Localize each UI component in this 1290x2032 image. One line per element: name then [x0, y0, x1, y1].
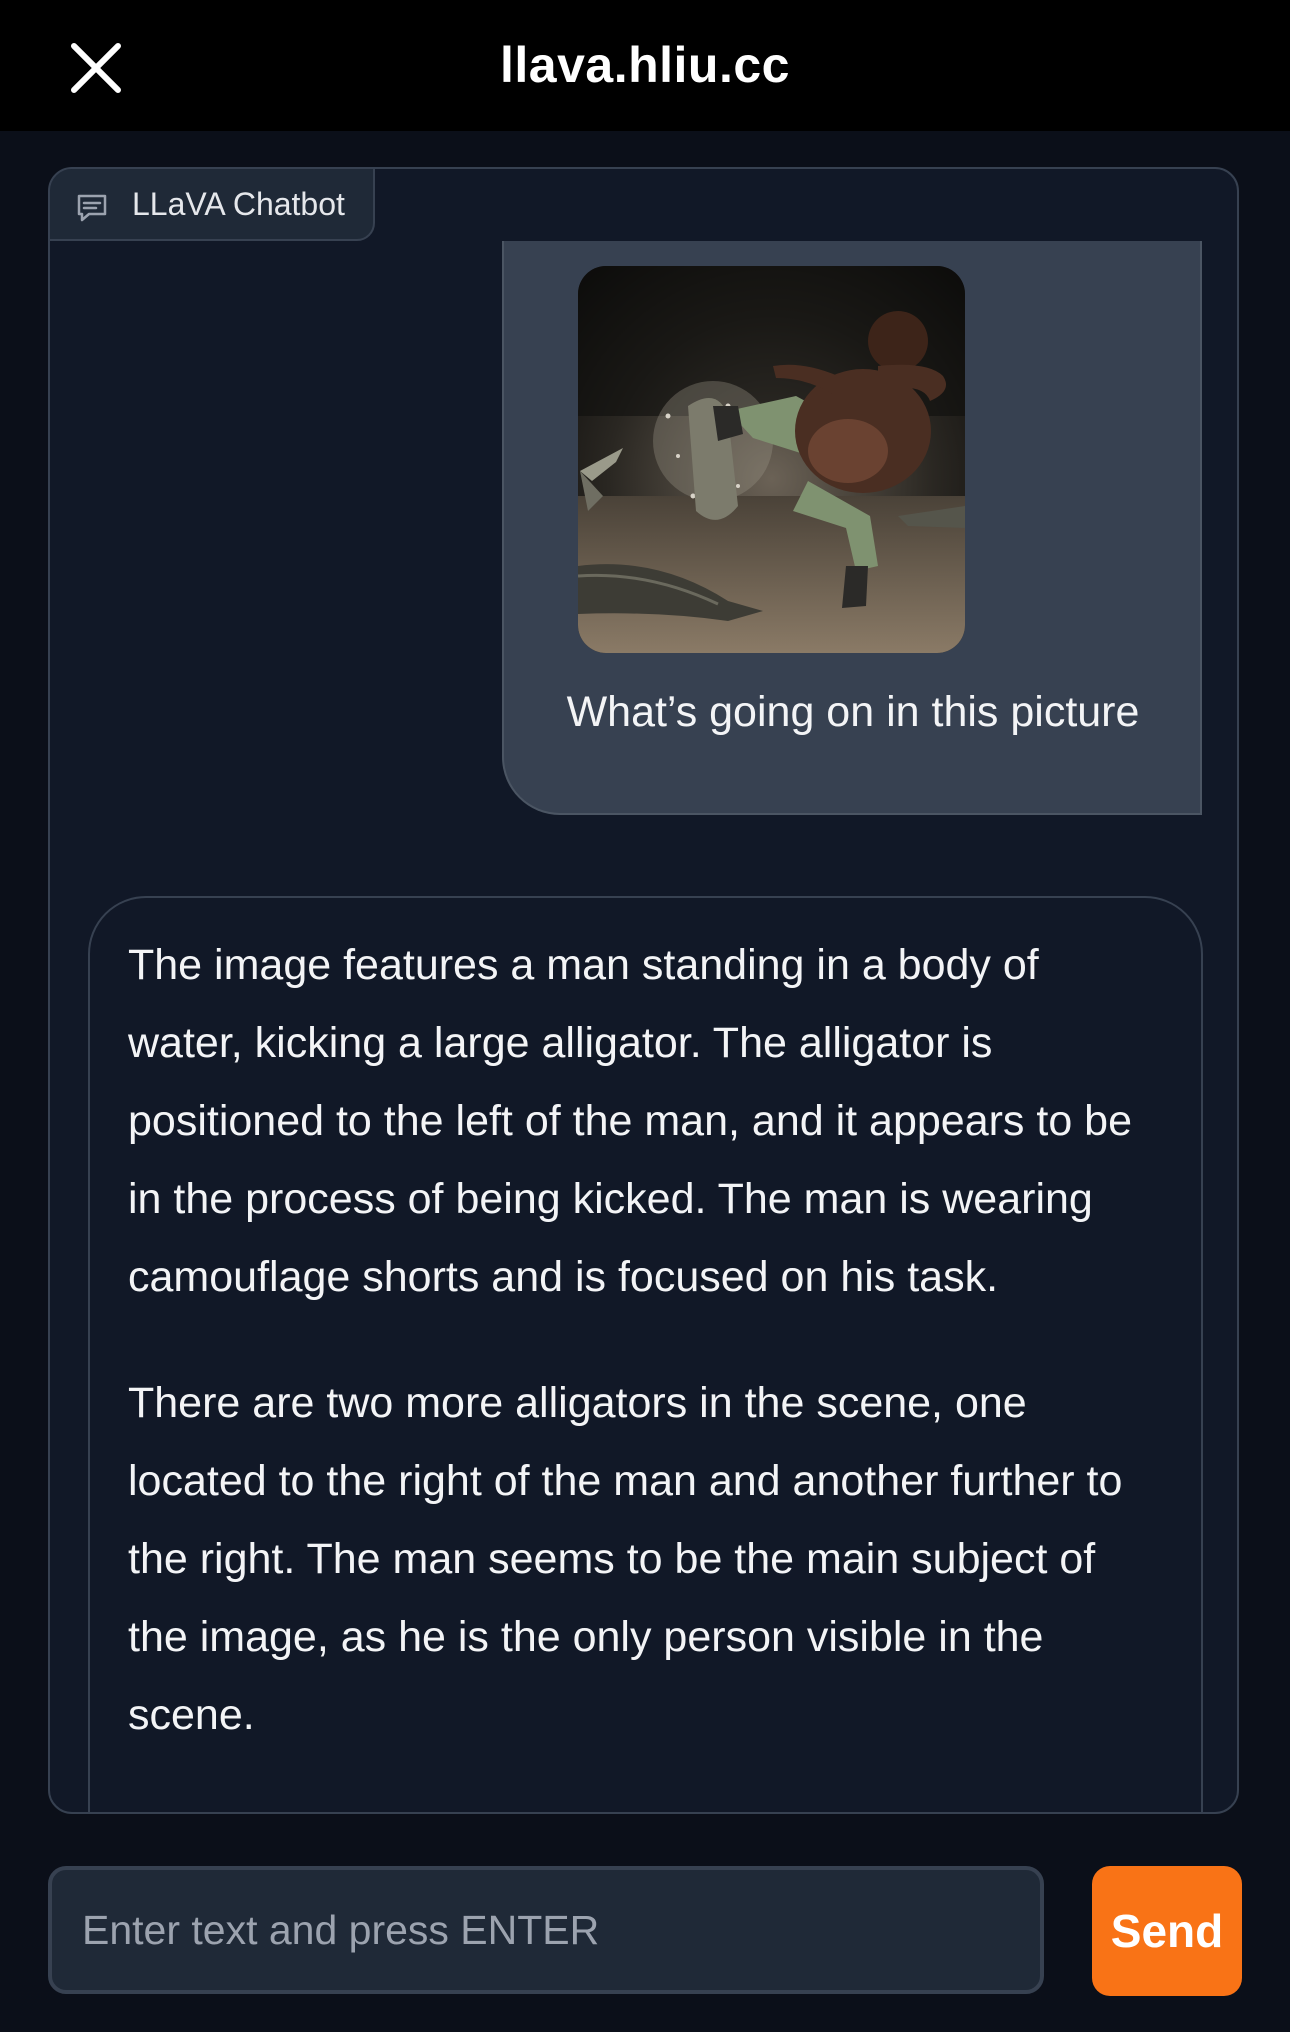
chat-bubble-icon	[76, 193, 108, 223]
user-message: What’s going on in this picture	[502, 241, 1202, 815]
close-icon	[71, 43, 121, 93]
chatbot-label: LLaVA Chatbot	[50, 169, 375, 241]
bot-paragraph: There are two more alligators in the sce…	[128, 1379, 1123, 1739]
chatbot-label-text: LLaVA Chatbot	[132, 186, 345, 222]
user-uploaded-image[interactable]	[578, 266, 965, 653]
man-kicking-alligator-photo	[578, 266, 965, 653]
chat-panel[interactable]: LLaVA Chatbot What’s going on in this pi…	[48, 167, 1239, 1814]
send-button[interactable]: Send	[1092, 1866, 1242, 1996]
input-row: Send	[48, 1866, 1242, 1998]
bot-paragraph: The image features a man standing in a b…	[128, 941, 1133, 1301]
user-message-text: What’s going on in this picture	[566, 688, 1140, 736]
bot-message: The image features a man standing in a b…	[88, 896, 1203, 1812]
page-body: LLaVA Chatbot What’s going on in this pi…	[0, 131, 1290, 2032]
message-list[interactable]: What’s going on in this picture The imag…	[50, 241, 1237, 1812]
close-button[interactable]	[68, 40, 124, 96]
browser-top-bar: llava.hliu.cc	[0, 0, 1290, 131]
bot-message-text: The image features a man standing in a b…	[128, 926, 1158, 1802]
site-title: llava.hliu.cc	[500, 37, 790, 93]
message-input[interactable]	[48, 1866, 1044, 1994]
